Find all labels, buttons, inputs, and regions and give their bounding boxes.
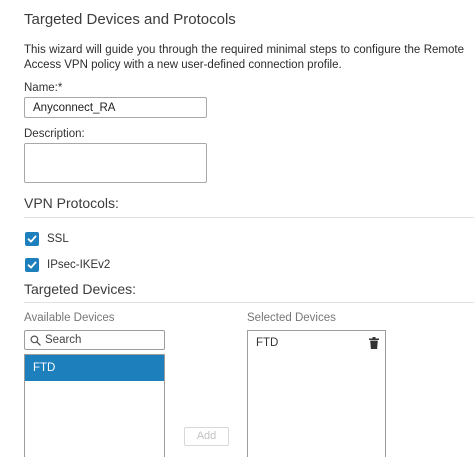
page-title: Targeted Devices and Protocols <box>24 11 236 28</box>
ssl-checkbox[interactable] <box>25 232 39 246</box>
trash-icon[interactable] <box>369 337 379 349</box>
search-box[interactable] <box>24 330 165 350</box>
name-input[interactable] <box>24 97 207 118</box>
available-device-item[interactable]: FTD <box>25 355 164 381</box>
protocol-ssl-row[interactable]: SSL <box>25 232 69 246</box>
vpn-protocols-title: VPN Protocols: <box>24 195 119 211</box>
ipsec-label: IPsec-IKEv2 <box>47 259 111 271</box>
section-divider <box>24 302 474 303</box>
targeted-devices-title: Targeted Devices: <box>24 281 137 297</box>
description-label: Description: <box>24 128 85 140</box>
description-input[interactable] <box>24 143 207 183</box>
add-button[interactable]: Add <box>184 427 229 446</box>
protocol-ipsec-row[interactable]: IPsec-IKEv2 <box>25 258 110 272</box>
selected-devices-label: Selected Devices <box>247 312 336 324</box>
ssl-label: SSL <box>47 233 69 245</box>
section-divider <box>24 217 474 218</box>
intro-text: This wizard will guide you through the r… <box>24 44 464 71</box>
ipsec-checkbox[interactable] <box>25 258 39 272</box>
selected-device-label: FTD <box>256 337 279 349</box>
selected-devices-list[interactable]: FTD <box>247 330 386 457</box>
available-devices-list[interactable]: FTD <box>24 354 165 457</box>
selected-device-item[interactable]: FTD <box>248 331 385 355</box>
available-devices-label: Available Devices <box>24 312 115 324</box>
checkmark-icon <box>27 235 37 243</box>
search-input[interactable] <box>45 334 160 346</box>
search-icon <box>30 335 41 346</box>
checkmark-icon <box>27 261 37 269</box>
name-label: Name:* <box>24 82 63 94</box>
